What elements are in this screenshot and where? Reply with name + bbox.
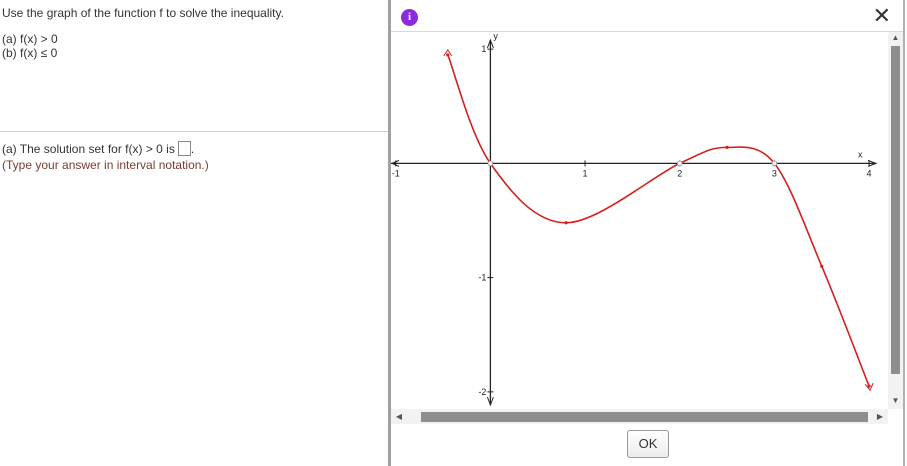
- data-point: [725, 145, 729, 149]
- dialog-header: i ✕: [391, 0, 903, 32]
- graph-area: x y -1 1 2 3 4 1 -1 -2: [391, 32, 888, 409]
- part-b-label: (b) f(x) ≤ 0: [2, 46, 58, 60]
- ok-button[interactable]: OK: [627, 430, 669, 458]
- function-graph: x y -1 1 2 3 4 1 -1 -2: [391, 32, 878, 407]
- answer-line: (a) The solution set for f(x) > 0 is.: [2, 141, 194, 156]
- y-tick-label: -2: [478, 387, 486, 397]
- divider: [0, 131, 388, 132]
- close-icon[interactable]: ✕: [873, 5, 891, 27]
- scroll-down-icon[interactable]: ▼: [888, 396, 903, 408]
- y-tick-label: 1: [481, 44, 486, 54]
- part-a-label: (a) f(x) > 0: [2, 32, 58, 46]
- graph-dialog: i ✕ x y -1 1 2 3 4 1 -1 -2 ▲ ▼ ◀ ▶ OK: [388, 0, 905, 466]
- question-panel: Use the graph of the function f to solve…: [0, 0, 388, 466]
- x-intercept-marker: [487, 160, 494, 167]
- parts-list: (a) f(x) > 0 (b) f(x) ≤ 0: [2, 32, 58, 60]
- x-axis-label: x: [858, 149, 863, 159]
- hint-text: (Type your answer in interval notation.): [2, 158, 209, 172]
- x-intercept-marker: [676, 160, 683, 167]
- data-point: [446, 53, 450, 57]
- info-icon[interactable]: i: [401, 9, 418, 26]
- x-tick-label: -1: [392, 168, 400, 178]
- function-curve: [447, 54, 870, 387]
- y-axis-label: y: [493, 32, 498, 41]
- answer-suffix: .: [190, 142, 195, 156]
- x-tick-label: 3: [772, 168, 777, 178]
- vertical-scrollbar[interactable]: ▲ ▼: [888, 32, 903, 409]
- instruction-text: Use the graph of the function f to solve…: [2, 6, 284, 20]
- horizontal-scrollbar[interactable]: ◀ ▶: [391, 409, 888, 424]
- scroll-right-icon[interactable]: ▶: [873, 409, 887, 424]
- horizontal-scroll-thumb[interactable]: [421, 412, 868, 422]
- answer-prefix: (a) The solution set for f(x) > 0 is: [2, 142, 175, 156]
- scroll-left-icon[interactable]: ◀: [392, 409, 406, 424]
- answer-input[interactable]: [177, 141, 191, 156]
- data-point: [564, 221, 568, 225]
- x-intercept-marker: [771, 160, 778, 167]
- x-tick-label: 1: [583, 168, 588, 178]
- data-point: [820, 264, 824, 268]
- x-tick-label: 2: [677, 168, 682, 178]
- x-tick-label: 4: [867, 168, 872, 178]
- scroll-up-icon[interactable]: ▲: [888, 33, 903, 45]
- y-tick-label: -1: [478, 273, 486, 283]
- vertical-scroll-thumb[interactable]: [891, 46, 900, 374]
